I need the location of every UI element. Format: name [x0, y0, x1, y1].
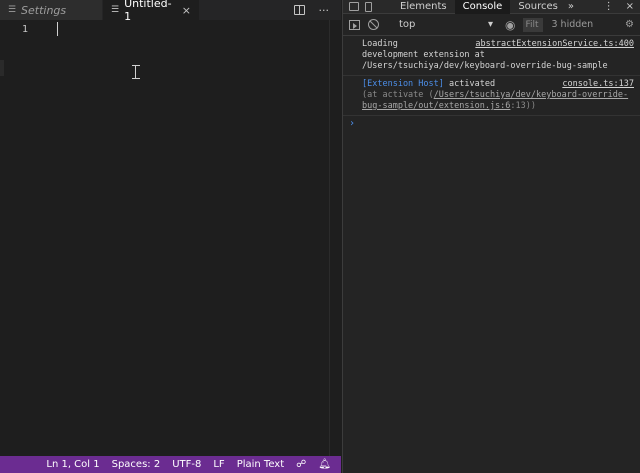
tab-bar: ☰ Settings ☰ Untitled-1 × ···: [0, 0, 342, 23]
message-line: /Users/tsuchiya/dev/keyboard-override-bu…: [362, 61, 608, 71]
close-tab-button[interactable]: ×: [182, 4, 191, 17]
console-prompt[interactable]: ›: [343, 116, 640, 131]
show-sidebar-icon[interactable]: [349, 19, 360, 30]
text-cursor: [57, 22, 58, 36]
tab-label: Untitled-1: [124, 0, 172, 23]
inspect-icon[interactable]: [349, 2, 359, 11]
gear-icon[interactable]: ⚙: [625, 19, 634, 30]
tab-untitled-1[interactable]: ☰ Untitled-1 ×: [103, 0, 199, 23]
tab-console[interactable]: Console: [454, 0, 511, 14]
language-mode[interactable]: Plain Text: [237, 459, 284, 470]
console-message: abstractExtensionService.ts:400 Loading …: [343, 36, 640, 76]
message-line: development extension at: [362, 50, 485, 60]
gutter-indicator: [0, 60, 4, 76]
extension-host-tag: [Extension Host]: [362, 79, 444, 89]
message-text: activated: [449, 79, 496, 89]
message-source-link[interactable]: abstractExtensionService.ts:400: [471, 39, 634, 50]
message-source-link[interactable]: console.ts:137: [558, 79, 634, 90]
encoding[interactable]: UTF-8: [172, 459, 201, 470]
ibeam-pointer-icon: [132, 64, 140, 80]
feedback-icon[interactable]: ☍: [296, 459, 306, 470]
context-value: top: [399, 19, 416, 30]
devtools-pane: Elements Console Sources » ⋮ × top ▾ ◉ F…: [342, 0, 640, 473]
stack-prefix: (at activate (: [362, 90, 434, 100]
clear-console-icon[interactable]: [368, 19, 379, 30]
more-actions-icon[interactable]: ···: [319, 4, 330, 17]
stack-trace: (at activate (/Users/tsuchiya/dev/keyboa…: [362, 90, 634, 112]
line-number: 1: [22, 24, 29, 35]
stack-suffix: :13)): [510, 101, 536, 111]
tab-elements[interactable]: Elements: [392, 0, 455, 14]
more-tabs-icon[interactable]: »: [568, 1, 574, 12]
console-toolbar: top ▾ ◉ Filt 3 hidden ⚙: [343, 14, 640, 36]
eye-icon[interactable]: ◉: [505, 18, 515, 32]
list-icon: ☰: [8, 5, 17, 15]
kebab-menu-icon[interactable]: ⋮: [604, 1, 614, 12]
close-devtools-icon[interactable]: ×: [626, 1, 634, 12]
editor-scrollbar[interactable]: [329, 20, 341, 456]
editor-pane: ☰ Settings ☰ Untitled-1 × ··· 1 Ln 1, Co…: [0, 0, 341, 473]
tab-sources[interactable]: Sources: [510, 0, 566, 14]
chevron-down-icon: ▾: [487, 19, 493, 30]
split-editor-icon[interactable]: [293, 5, 305, 15]
end-of-line[interactable]: LF: [213, 459, 224, 470]
bell-icon[interactable]: 🔔︎: [318, 459, 331, 470]
tab-label: Settings: [21, 3, 67, 17]
status-bar: Ln 1, Col 1 Spaces: 2 UTF-8 LF Plain Tex…: [0, 456, 341, 473]
devtools-tab-bar: Elements Console Sources » ⋮ ×: [343, 0, 640, 14]
indentation[interactable]: Spaces: 2: [112, 459, 161, 470]
filter-input[interactable]: Filt: [523, 17, 544, 32]
editor-actions: ···: [293, 0, 342, 20]
cursor-position[interactable]: Ln 1, Col 1: [46, 459, 99, 470]
device-toolbar-icon[interactable]: [365, 1, 372, 12]
context-selector[interactable]: top ▾: [387, 19, 497, 30]
hidden-count[interactable]: 3 hidden: [551, 19, 593, 30]
list-icon: ☰: [111, 5, 120, 15]
console-message: console.ts:137 [Extension Host] activate…: [343, 76, 640, 116]
tab-settings[interactable]: ☰ Settings: [0, 0, 103, 20]
